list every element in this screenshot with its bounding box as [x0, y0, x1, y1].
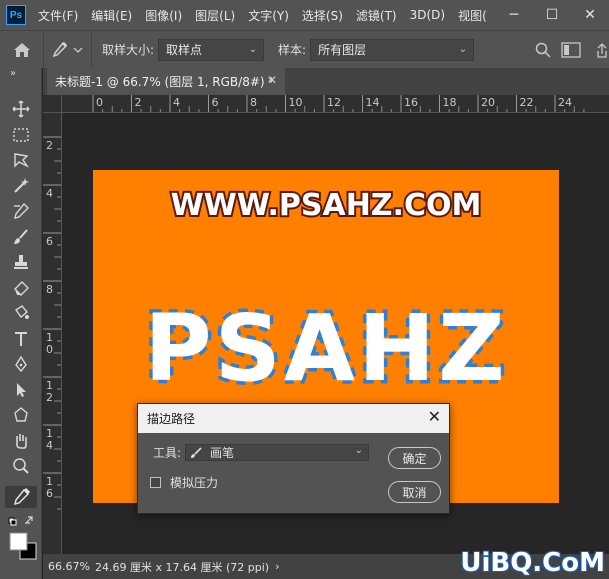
move-tool-icon[interactable] [5, 98, 37, 120]
options-bar: 取样大小: 取样点 ⌄ 样本: 所有图层 ⌄ [0, 30, 609, 69]
simulate-pressure-checkbox[interactable] [150, 477, 161, 488]
close-window-button[interactable]: ✕ [571, 0, 609, 30]
pen-tool-icon[interactable] [5, 353, 37, 375]
sample-size-value: 取样点 [166, 43, 203, 57]
hand-tool-icon[interactable] [5, 430, 37, 452]
chevron-down-icon: ⌄ [248, 43, 258, 55]
ruler-label: 2 [46, 391, 53, 404]
crop-eyedropper-tool-icon[interactable] [5, 200, 37, 222]
cancel-button[interactable]: 取消 [388, 481, 441, 503]
watermark-text: UiBQ.CoM [460, 548, 605, 578]
horizontal-ruler[interactable]: 0 2 4 6 8 10 12 14 16 18 20 22 24 [62, 95, 609, 113]
color-swatches-icon[interactable] [8, 531, 38, 561]
canvas-text-main: PSAHZ [144, 295, 508, 402]
options-right-icons [535, 31, 609, 69]
type-tool-icon[interactable] [5, 328, 37, 350]
ruler-label: 6 [46, 487, 53, 500]
ruler-label: 18 [443, 96, 457, 109]
ruler-label: 16 [404, 96, 418, 109]
ruler-label: 24 [558, 96, 572, 109]
canvas-text-url: WWW.PSAHZ.COM [171, 188, 482, 223]
sample-select[interactable]: 所有图层 ⌄ [310, 38, 475, 61]
ok-button[interactable]: 确定 [388, 447, 441, 469]
close-icon[interactable]: ✕ [428, 407, 441, 426]
document-tab-strip: 未标题-1 @ 66.7% (图层 1, RGB/8#) * ✕ [43, 68, 609, 95]
tool-label: 工具: [153, 446, 182, 460]
status-arrow-icon[interactable]: › [275, 560, 279, 573]
ruler-label: 4 [46, 187, 53, 200]
ruler-label: 8 [46, 283, 53, 296]
path-selection-tool-icon[interactable] [5, 379, 37, 401]
ruler-label: 0 [46, 343, 53, 356]
marquee-tool-icon[interactable] [5, 124, 37, 146]
menu-filter[interactable]: 滤镜(T) [356, 7, 397, 24]
ruler-label: 2 [135, 96, 142, 109]
eyedropper-tool-icon[interactable] [5, 486, 37, 508]
menu-select[interactable]: 选择(S) [302, 7, 343, 24]
tool-value: 画笔 [210, 446, 235, 460]
dialog-title: 描边路径 [147, 412, 196, 426]
shape-tool-icon[interactable] [5, 404, 37, 426]
sample-size-select[interactable]: 取样点 ⌄ [158, 38, 265, 61]
menu-layer[interactable]: 图层(L) [195, 7, 235, 24]
menu-file[interactable]: 文件(F) [38, 7, 78, 24]
ruler-label: 10 [289, 96, 303, 109]
ruler-label: 14 [366, 96, 380, 109]
lasso-tool-icon[interactable] [5, 149, 37, 171]
paint-bucket-tool-icon[interactable] [5, 302, 37, 324]
chevron-down-icon: ⌄ [458, 43, 468, 55]
ruler-label: 6 [212, 96, 219, 109]
magic-wand-tool-icon[interactable] [5, 175, 37, 197]
document-tab-title: 未标题-1 @ 66.7% (图层 1, RGB/8#) * [55, 75, 275, 89]
tool-row: 工具: 画笔 ⌄ [153, 444, 370, 461]
ruler-label: 4 [46, 439, 53, 452]
stroke-path-dialog: 描边路径 ✕ 工具: 画笔 ⌄ 模拟压力 确定 取消 [137, 403, 450, 514]
ruler-label: 20 [481, 96, 495, 109]
tools-panel: ›› [0, 68, 42, 579]
search-icon[interactable] [535, 42, 551, 58]
ruler-label: 0 [96, 96, 103, 109]
stamp-tool-icon[interactable] [5, 251, 37, 273]
ruler-label: 2 [46, 139, 53, 152]
maximize-button[interactable]: ☐ [533, 0, 571, 30]
ruler-label: 8 [250, 96, 257, 109]
photoshop-logo: Ps [6, 5, 26, 25]
document-size: 24.69 厘米 x 17.64 厘米 (72 ppi) [95, 560, 270, 574]
minimize-button[interactable]: ─ [495, 0, 533, 30]
simulate-pressure-label: 模拟压力 [170, 476, 219, 490]
zoom-level[interactable]: 66.67% [48, 560, 90, 573]
home-icon[interactable] [0, 30, 44, 69]
document-tab[interactable]: 未标题-1 @ 66.7% (图层 1, RGB/8#) * ✕ [47, 68, 285, 95]
close-tab-icon[interactable]: ✕ [267, 73, 277, 87]
tool-preset-picker[interactable] [44, 30, 92, 69]
default-colors-icon[interactable] [8, 515, 38, 529]
workspace-icon[interactable] [561, 42, 581, 58]
sample-value: 所有图层 [318, 43, 367, 57]
eraser-tool-icon[interactable] [5, 277, 37, 299]
ruler-label: 6 [46, 235, 53, 248]
sample-size-label: 取样大小: [102, 43, 155, 57]
menu-image[interactable]: 图像(I) [145, 7, 182, 24]
share-icon[interactable] [597, 42, 607, 58]
menu-3d[interactable]: 3D(D) [410, 8, 445, 22]
ruler-label: 4 [173, 96, 180, 109]
collapse-panel-icon[interactable]: ›› [10, 68, 16, 79]
window-controls: ─ ☐ ✕ [487, 0, 609, 30]
vertical-ruler[interactable]: 246810121416 [43, 113, 62, 554]
ruler-label: 22 [520, 96, 534, 109]
menu-type[interactable]: 文字(Y) [248, 7, 289, 24]
menu-bar: Ps 文件(F) 编辑(E) 图像(I) 图层(L) 文字(Y) 选择(S) 滤… [0, 0, 609, 30]
sample-label: 样本: [278, 43, 307, 57]
brush-icon [190, 446, 202, 459]
chevron-down-icon: ⌄ [354, 445, 364, 456]
tool-select[interactable]: 画笔 ⌄ [185, 444, 370, 461]
brush-tool-icon[interactable] [5, 226, 37, 248]
menu-edit[interactable]: 编辑(E) [91, 7, 132, 24]
zoom-tool-icon[interactable] [5, 455, 37, 477]
ruler-label: 12 [327, 96, 341, 109]
ruler-corner [43, 95, 62, 113]
simulate-pressure-row: 模拟压力 [150, 474, 218, 491]
dialog-title-bar: 描边路径 ✕ [138, 404, 449, 433]
